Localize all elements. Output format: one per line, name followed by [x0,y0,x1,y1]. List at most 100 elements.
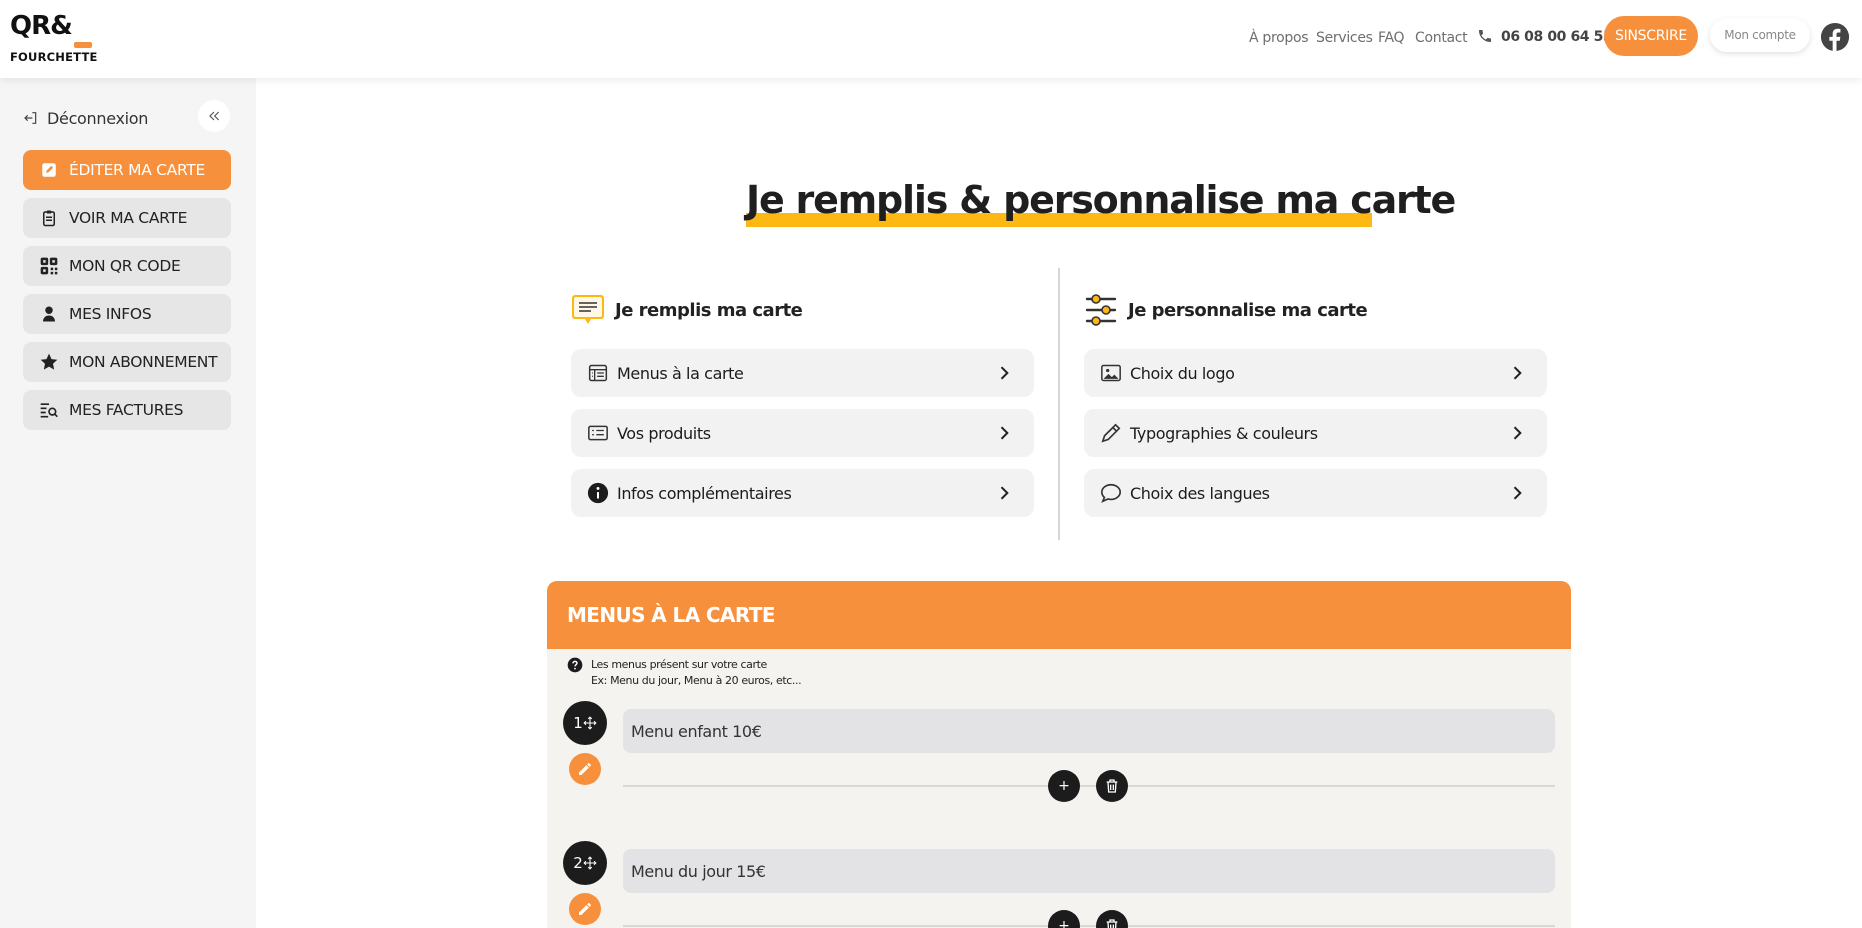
list-card-icon [587,422,609,444]
fill-card-title: Je remplis ma carte [615,299,803,321]
clipboard-icon [39,208,59,228]
sidebar-item-subscription[interactable]: MON ABONNEMENT [23,342,231,382]
menus-panel-title: MENUS À LA CARTE [567,603,776,627]
star-icon [39,352,59,372]
drag-handle[interactable]: 2 [563,841,607,885]
chevron-right-icon [1000,366,1009,380]
image-icon [1100,362,1122,384]
info-icon [587,482,609,504]
edit-menu-button[interactable] [569,893,601,925]
option-products[interactable]: Vos produits [571,409,1034,457]
sidebar-item-label: MES FACTURES [69,401,184,419]
option-label: Vos produits [617,423,711,443]
option-label: Typographies & couleurs [1130,423,1318,443]
phone-icon [1479,30,1491,42]
menu-name-input[interactable]: Menu enfant 10€ [623,709,1555,753]
fill-card-heading: Je remplis ma carte [571,294,803,326]
nav-link-apropos[interactable]: À propos [1249,30,1309,46]
facebook-icon[interactable] [1820,22,1850,52]
option-typography[interactable]: Typographies & couleurs [1084,409,1547,457]
menu-row: 1 Menu enfant 10€ + [547,701,1571,819]
option-label: Choix des langues [1130,483,1270,503]
trash-icon [1106,779,1118,793]
trash-icon [1106,919,1118,928]
logo-accent-bar [74,42,92,48]
menus-panel-body: Les menus présent sur votre carte Ex: Me… [547,649,1571,928]
plus-icon: + [1058,918,1070,928]
chevron-right-icon [1000,426,1009,440]
plus-icon: + [1058,778,1070,794]
user-icon [39,304,59,324]
menu-number: 2 [573,854,583,872]
option-extra-infos[interactable]: Infos complémentaires [571,469,1034,517]
menu-row: 2 Menu du jour 15€ + [547,841,1571,928]
chevron-right-icon [1513,426,1522,440]
separator-line [623,925,1555,927]
speech-bubble-icon [1100,482,1122,504]
edit-icon [39,160,59,180]
separator-line [623,785,1555,787]
signup-button[interactable]: SINSCRIRE [1604,16,1698,56]
add-menu-button[interactable]: + [1048,770,1080,802]
help-text: Les menus présent sur votre carte Ex: Me… [591,657,802,689]
sidebar-item-qrcode[interactable]: MON QR CODE [23,246,231,286]
logo-subtext: FOURCHETTE [10,50,98,64]
search-list-icon [39,400,59,420]
brand-logo[interactable]: QR& FOURCHETTE [10,11,98,64]
option-label: Menus à la carte [617,363,744,383]
option-logo[interactable]: Choix du logo [1084,349,1547,397]
menu-number: 1 [573,714,583,732]
table-icon [587,362,609,384]
sidebar-item-infos[interactable]: MES INFOS [23,294,231,334]
qr-code-icon [39,256,59,276]
option-label: Choix du logo [1130,363,1235,383]
edit-menu-button[interactable] [569,753,601,785]
move-icon [583,856,597,870]
chevron-right-icon [1513,366,1522,380]
sliders-icon [1085,294,1117,326]
sidebar-item-label: MON QR CODE [69,257,181,275]
sidebar-item-invoices[interactable]: MES FACTURES [23,390,231,430]
account-button[interactable]: Mon compte [1710,18,1810,52]
nav-link-contact[interactable]: Contact [1415,30,1468,46]
sidebar-item-view[interactable]: VOIR MA CARTE [23,198,231,238]
pencil-icon [579,763,591,775]
top-header: QR& FOURCHETTE À propos Services FAQ Con… [0,0,1862,78]
option-menus[interactable]: Menus à la carte [571,349,1034,397]
move-icon [583,716,597,730]
sidebar-item-label: MES INFOS [69,305,152,323]
option-languages[interactable]: Choix des langues [1084,469,1547,517]
help-line-2: Ex: Menu du jour, Menu à 20 euros, etc..… [591,674,802,687]
message-list-icon [572,295,604,324]
logout-label: Déconnexion [47,108,149,128]
option-label: Infos complémentaires [617,483,792,503]
delete-menu-button[interactable] [1096,910,1128,928]
sidebar-item-label: MON ABONNEMENT [69,353,218,371]
collapse-sidebar-button[interactable] [198,100,230,132]
sidebar-item-label: ÉDITER MA CARTE [69,161,205,179]
sidebar-item-edit[interactable]: ÉDITER MA CARTE [23,150,231,190]
drag-handle[interactable]: 1 [563,701,607,745]
customize-card-title: Je personnalise ma carte [1128,299,1368,321]
help-icon [567,657,583,673]
sidebar-item-label: VOIR MA CARTE [69,209,188,227]
menus-panel-header: MENUS À LA CARTE [547,581,1571,649]
logout-icon [24,112,37,124]
nav-link-faq[interactable]: FAQ [1378,30,1405,46]
logout-link[interactable]: Déconnexion [23,108,148,128]
delete-menu-button[interactable] [1096,770,1128,802]
nav-link-services[interactable]: Services [1316,30,1373,46]
logo-text: QR& [10,11,73,41]
chevron-right-icon [1000,486,1009,500]
pen-icon [1100,422,1122,444]
chevron-right-icon [1513,486,1522,500]
add-menu-button[interactable]: + [1048,910,1080,928]
pencil-icon [579,903,591,915]
phone-number[interactable]: 06 08 00 64 55 [1501,29,1613,45]
customize-card-heading: Je personnalise ma carte [1084,294,1368,326]
help-line-1: Les menus présent sur votre carte [591,658,767,671]
page-title-wrap: Je remplis & personnalise ma carte [746,178,1456,222]
page-title: Je remplis & personnalise ma carte [746,178,1456,222]
menu-name-input[interactable]: Menu du jour 15€ [623,849,1555,893]
chevrons-left-icon [209,111,220,121]
